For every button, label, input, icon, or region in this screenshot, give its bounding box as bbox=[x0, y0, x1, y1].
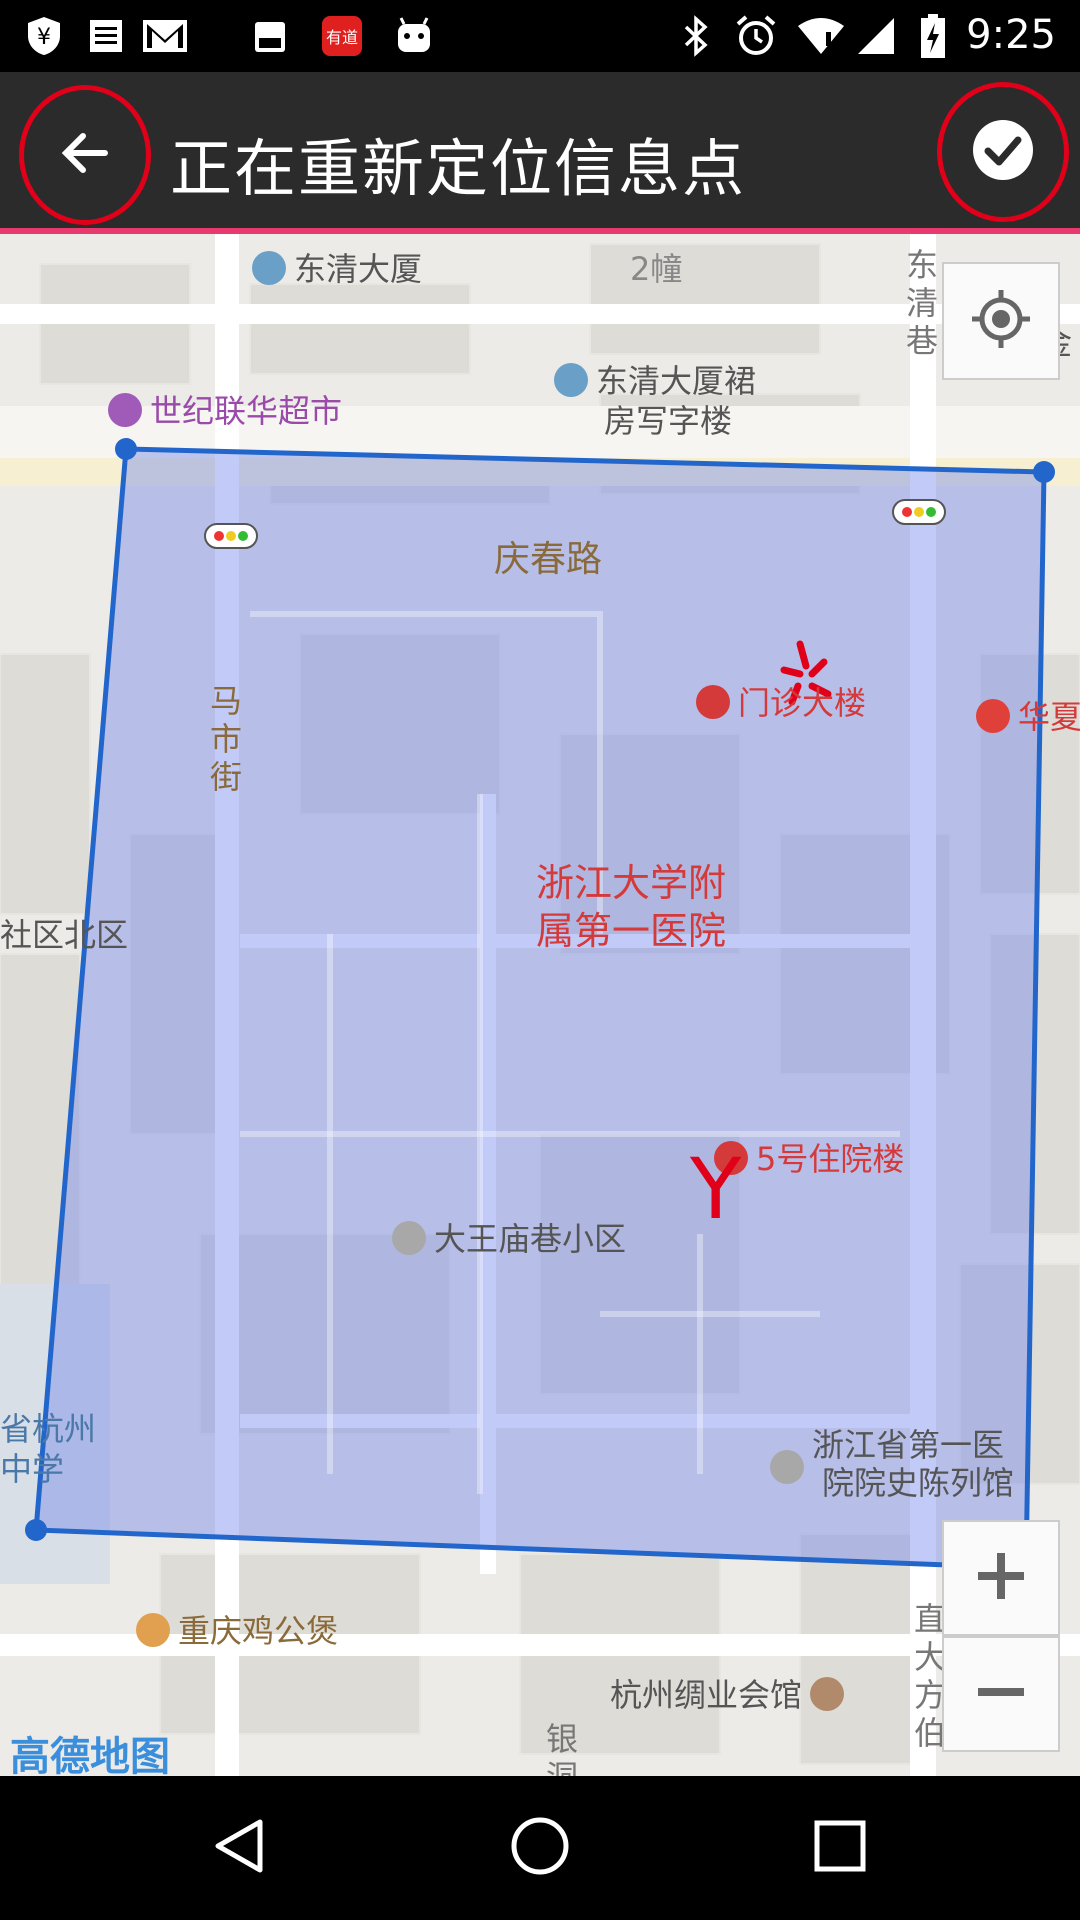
status-time: 9:25 bbox=[966, 12, 1056, 58]
zoom-in-button[interactable] bbox=[942, 1520, 1060, 1636]
poi-community-north: 社区北区 bbox=[0, 916, 129, 954]
poi-history-museum-line2: 院院史陈列馆 bbox=[822, 1464, 1015, 1502]
poi-building-2: 2幢 bbox=[630, 250, 683, 288]
home-icon bbox=[392, 1221, 426, 1255]
fork-knife-icon bbox=[136, 1613, 170, 1647]
svg-text:¥: ¥ bbox=[37, 25, 51, 50]
nav-home-button[interactable] bbox=[504, 1812, 576, 1884]
traffic-light-icon bbox=[892, 499, 946, 525]
poi-hospital-name-line1[interactable]: 浙江大学附 bbox=[536, 852, 726, 907]
poi-inpatient-5[interactable]: 5号住院楼 bbox=[714, 1134, 904, 1180]
locate-icon bbox=[970, 288, 1032, 354]
nav-recents-button[interactable] bbox=[804, 1812, 876, 1884]
museum-icon bbox=[770, 1450, 804, 1484]
confirm-button[interactable] bbox=[937, 82, 1069, 222]
android-icon bbox=[392, 14, 436, 58]
cart-icon bbox=[108, 393, 142, 427]
traffic-light-icon bbox=[204, 523, 258, 549]
poi-dongqing-annex-line2: 房写字楼 bbox=[604, 402, 733, 440]
building-icon bbox=[252, 251, 286, 285]
nav-back-button[interactable] bbox=[204, 1812, 276, 1884]
shopping-icon bbox=[250, 14, 290, 58]
app-bar: 正在重新定位信息点 bbox=[0, 72, 1080, 234]
check-icon bbox=[971, 118, 1035, 186]
poi-hospital-name-line2[interactable]: 属第一医院 bbox=[536, 900, 726, 955]
poi-chongqing-chicken[interactable]: 重庆鸡公煲 bbox=[136, 1606, 338, 1652]
map-base bbox=[0, 234, 1080, 1776]
document-icon bbox=[86, 14, 126, 58]
zoom-out-button[interactable] bbox=[942, 1636, 1060, 1752]
locate-button[interactable] bbox=[942, 262, 1060, 380]
road-qingchun: 庆春路 bbox=[494, 539, 603, 580]
youdao-icon: 有道 bbox=[322, 14, 362, 58]
museum-icon bbox=[810, 1677, 845, 1711]
nav-recents-icon bbox=[813, 1819, 867, 1877]
poi-century-mart[interactable]: 世纪联华超市 bbox=[108, 386, 342, 432]
minus-icon bbox=[974, 1665, 1028, 1723]
battery-charging-icon bbox=[918, 14, 948, 58]
nav-home-icon bbox=[509, 1815, 571, 1881]
building-icon bbox=[554, 363, 588, 397]
gmail-icon bbox=[140, 14, 190, 58]
system-nav-bar bbox=[0, 1776, 1080, 1920]
bluetooth-icon bbox=[678, 14, 714, 58]
poi-huaxia[interactable]: 华夏 bbox=[976, 692, 1080, 738]
plus-icon bbox=[974, 1549, 1028, 1607]
page-title: 正在重新定位信息点 bbox=[170, 132, 747, 205]
poi-hangzhou-school-line2: 中学 bbox=[0, 1450, 65, 1488]
currency-icon: ¥ bbox=[22, 14, 66, 58]
poi-outpatient[interactable]: 门诊大楼 bbox=[696, 678, 866, 724]
hospital-icon bbox=[696, 685, 730, 719]
map-view[interactable]: 东清大厦 2幢 东清大厦裙 房写字楼 世纪联华超市 庆春路 门诊大楼 华夏 金 … bbox=[0, 234, 1080, 1776]
back-arrow-icon bbox=[57, 125, 113, 185]
street-dongqing-lane: 东清巷 bbox=[905, 246, 938, 360]
poi-dawangmiao[interactable]: 大王庙巷小区 bbox=[392, 1214, 626, 1260]
annotation-y: Y bbox=[690, 1140, 742, 1238]
poi-dongqing-building[interactable]: 东清大厦 bbox=[252, 244, 422, 290]
signal-icon bbox=[856, 14, 896, 58]
poi-silk-guild[interactable]: 杭州绸业会馆 bbox=[610, 1670, 852, 1716]
bank-icon bbox=[976, 699, 1010, 733]
status-bar: ¥ 有道 9:25 bbox=[0, 0, 1080, 72]
alarm-icon bbox=[734, 14, 778, 58]
back-button[interactable] bbox=[19, 85, 151, 225]
nav-back-icon bbox=[210, 1816, 270, 1880]
street-mashi: 马市街 bbox=[209, 682, 242, 796]
street-yindong: 银洞 bbox=[545, 1720, 578, 1776]
wifi-icon bbox=[796, 14, 846, 58]
map-watermark: 高德地图 bbox=[10, 1734, 170, 1776]
